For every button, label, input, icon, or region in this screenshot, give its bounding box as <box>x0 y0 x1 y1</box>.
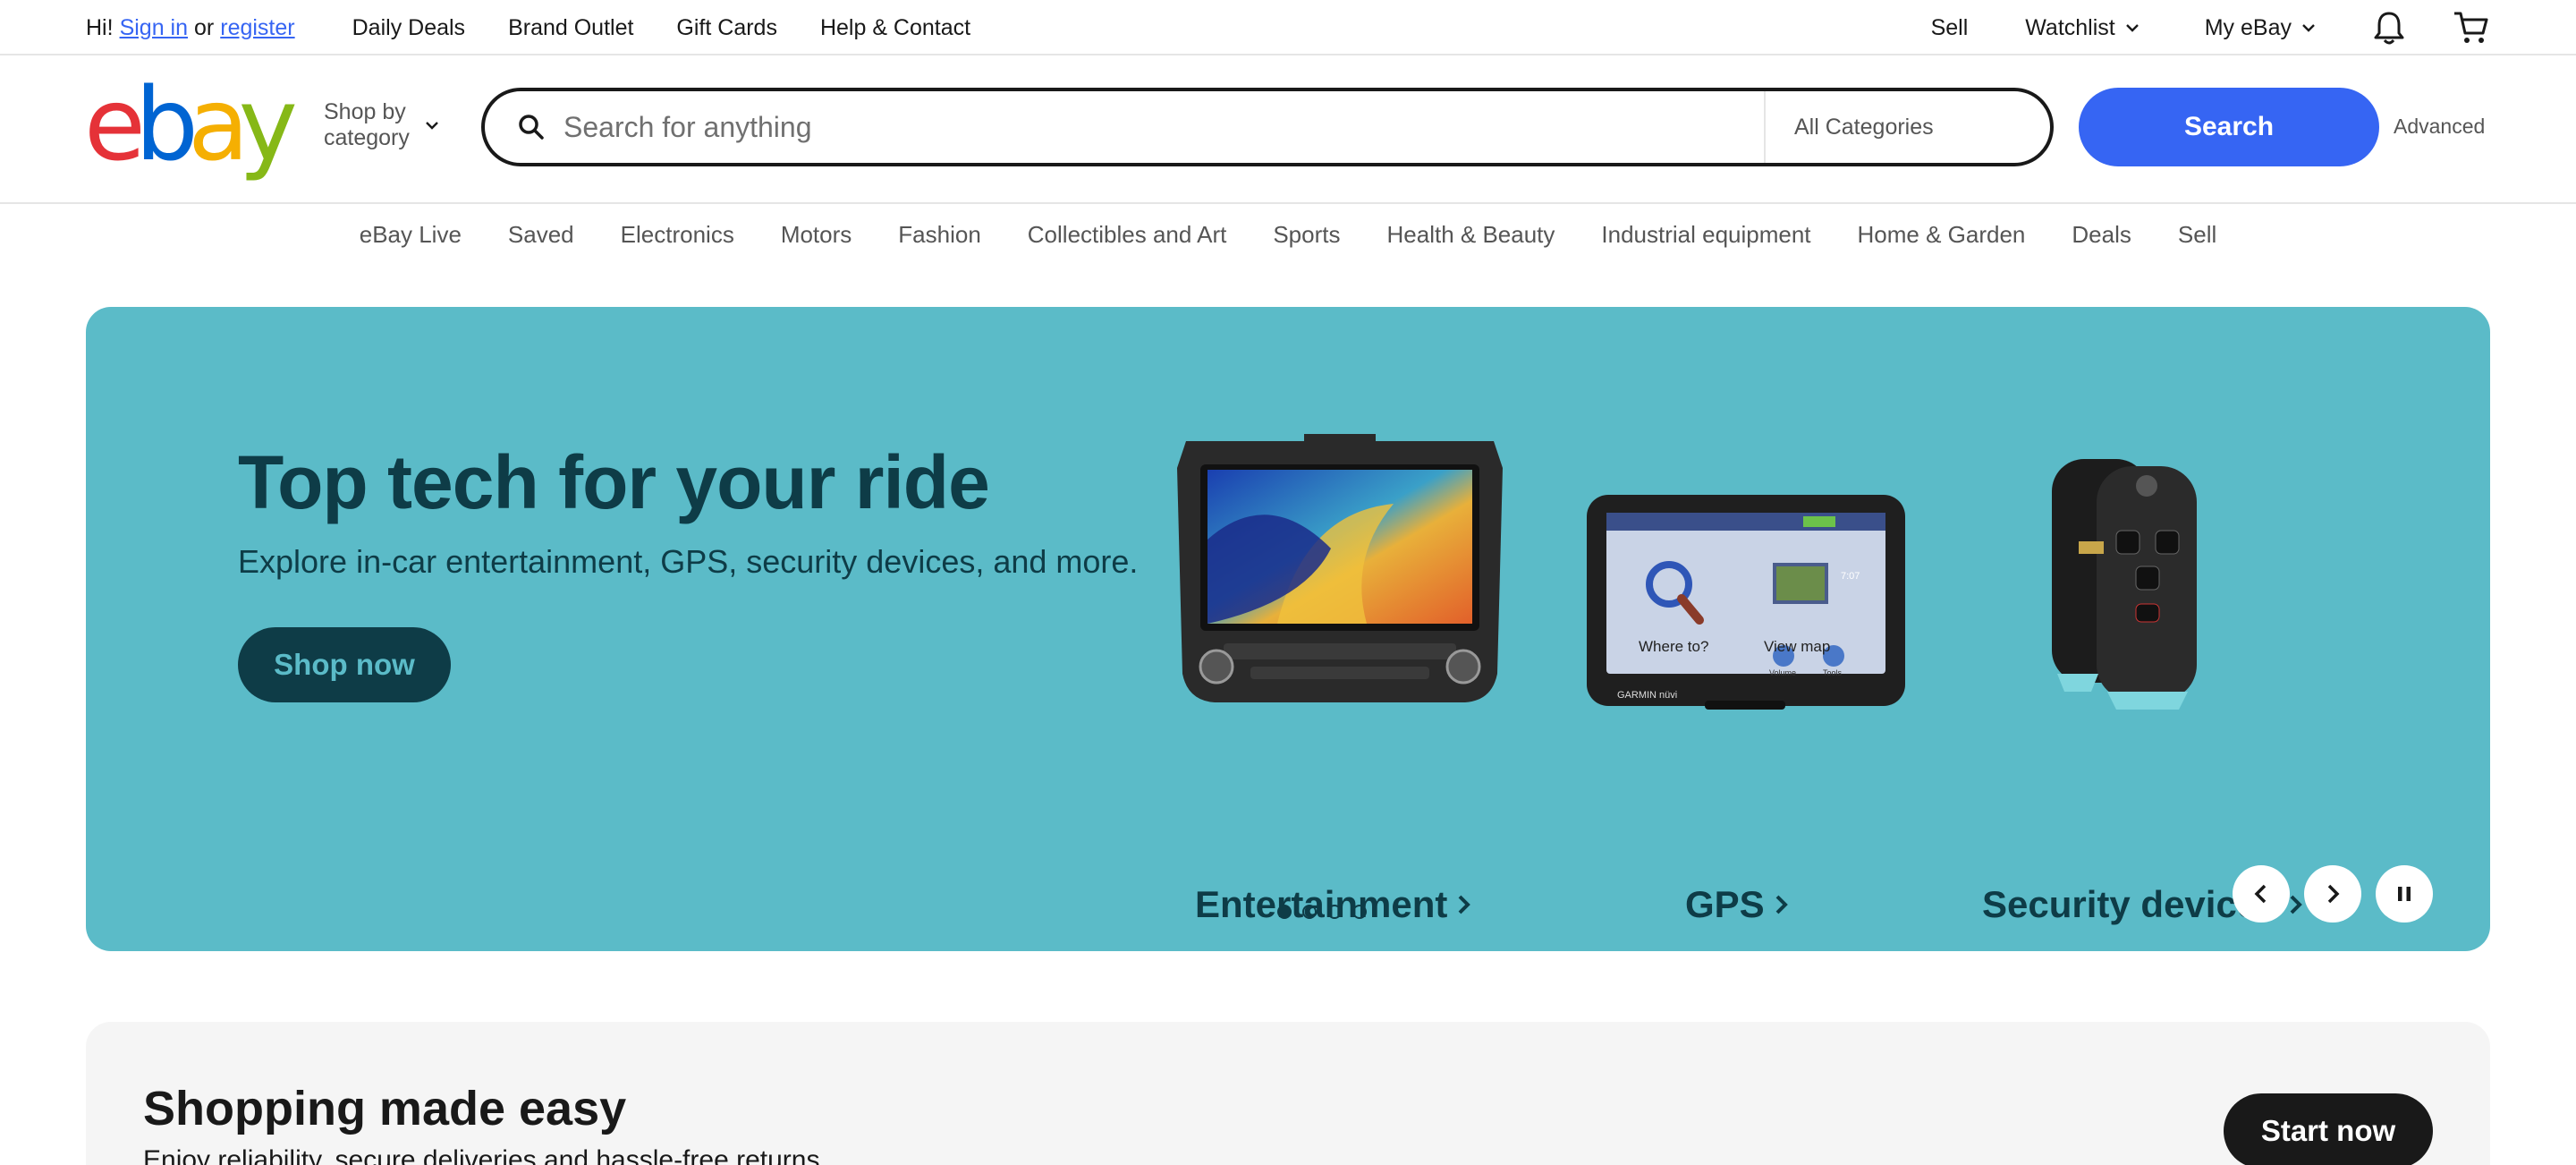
nav-item-motors[interactable]: Motors <box>758 221 875 249</box>
carousel-next-button[interactable] <box>2304 865 2361 923</box>
logo-letter-a: a <box>188 67 250 183</box>
gps-view-map: View map <box>1764 638 1831 655</box>
sign-in-link[interactable]: Sign in <box>120 15 188 41</box>
brand-outlet-link[interactable]: Brand Outlet <box>508 15 633 41</box>
watchlist-dropdown[interactable]: Watchlist <box>2025 15 2140 41</box>
chevron-right-icon <box>1775 895 1788 914</box>
nav-item-health-beauty[interactable]: Health & Beauty <box>1364 221 1579 249</box>
chevron-right-icon <box>2327 884 2340 904</box>
greeting-prefix: Hi! <box>86 14 114 40</box>
shop-by-category-button[interactable]: Shop by category <box>324 99 440 151</box>
chevron-left-icon <box>2254 884 2267 904</box>
my-ebay-label: My eBay <box>2204 14 2292 40</box>
start-now-button[interactable]: Start now <box>2224 1093 2433 1165</box>
help-contact-link[interactable]: Help & Contact <box>820 15 970 41</box>
nav-item-sports[interactable]: Sports <box>1250 221 1363 249</box>
nav-item-home-garden[interactable]: Home & Garden <box>1835 221 2049 249</box>
category-select-value: All Categories <box>1794 114 1934 140</box>
gps-device-image <box>1587 495 1905 710</box>
gps-volume: Volume <box>1769 668 1797 677</box>
category-nav: eBay Live Saved Electronics Motors Fashi… <box>0 206 2576 263</box>
carousel-pause-button[interactable] <box>2376 865 2433 923</box>
ebay-logo[interactable]: ebay <box>84 75 298 175</box>
chevron-right-icon <box>2290 895 2302 914</box>
greeting-or: or <box>194 14 215 40</box>
category-select[interactable]: All Categories <box>1764 91 2050 163</box>
nav-item-collectibles[interactable]: Collectibles and Art <box>1004 221 1250 249</box>
top-utility-bar: Hi! Sign in or register Daily Deals Bran… <box>0 0 2576 55</box>
bell-icon <box>2374 12 2404 45</box>
sell-link[interactable]: Sell <box>1931 15 1969 41</box>
register-link[interactable]: register <box>220 15 294 41</box>
chevron-down-icon <box>2125 24 2139 32</box>
top-left-links: Hi! Sign in or register Daily Deals Bran… <box>86 0 970 55</box>
watchlist-label: Watchlist <box>2025 14 2115 40</box>
chevron-down-icon <box>2302 24 2315 32</box>
carousel-prev-button[interactable] <box>2233 865 2290 923</box>
nav-item-fashion[interactable]: Fashion <box>875 221 1004 249</box>
car-key-image <box>2052 459 2197 710</box>
pause-icon <box>2398 887 2411 901</box>
gps-tools: Tools <box>1823 668 1843 677</box>
search-bar: All Categories <box>481 88 2054 166</box>
nav-item-electronics[interactable]: Electronics <box>597 221 758 249</box>
nav-item-industrial[interactable]: Industrial equipment <box>1578 221 1834 249</box>
advanced-search-link[interactable]: Advanced <box>2394 115 2485 139</box>
shop-by-label: Shop by category <box>324 99 410 151</box>
gps-text: GPS <box>1685 883 1765 925</box>
daily-deals-link[interactable]: Daily Deals <box>352 15 465 41</box>
shop-now-button[interactable]: Shop now <box>238 627 451 702</box>
shop-by-line1: Shop by <box>324 99 406 124</box>
cart-icon <box>2454 12 2488 43</box>
gift-cards-link[interactable]: Gift Cards <box>676 15 777 41</box>
chevron-right-icon <box>1458 895 1471 914</box>
search-icon <box>519 115 544 140</box>
shop-by-line2: category <box>324 124 410 150</box>
carousel-dot[interactable] <box>1277 905 1292 919</box>
nav-item-saved[interactable]: Saved <box>485 221 597 249</box>
nav-item-ebay-live[interactable]: eBay Live <box>336 221 485 249</box>
chevron-down-icon <box>426 121 438 130</box>
hero-banner: Top tech for your ride Explore in-car en… <box>86 307 2490 951</box>
nav-item-deals[interactable]: Deals <box>2048 221 2154 249</box>
search-button[interactable]: Search <box>2079 88 2379 166</box>
promo-text: Enjoy reliability, secure deliveries and… <box>143 1145 827 1165</box>
hero-subtitle: Explore in-car entertainment, GPS, secur… <box>238 543 1139 580</box>
gps-label[interactable]: GPS <box>1685 883 1790 926</box>
hero-title: Top tech for your ride <box>238 440 990 524</box>
carousel-dot[interactable] <box>1327 905 1342 919</box>
carousel-indicators <box>1277 905 1367 919</box>
gps-brand: GARMIN nüvi <box>1617 690 1678 701</box>
logo-letter-y: y <box>238 67 298 183</box>
my-ebay-dropdown[interactable]: My eBay <box>2205 15 2317 41</box>
nav-item-sell[interactable]: Sell <box>2155 221 2240 249</box>
greeting: Hi! Sign in or register <box>86 15 295 41</box>
shopping-made-easy-banner: Shopping made easy Enjoy reliability, se… <box>86 1022 2490 1165</box>
gps-where-to: Where to? <box>1639 638 1709 655</box>
search-input[interactable] <box>564 110 1762 144</box>
main-header: ebay Shop by category All Categories Sea… <box>0 55 2576 204</box>
gps-time: 7:07 <box>1841 571 1860 582</box>
top-right-links: Sell Watchlist My eBay <box>1931 0 2490 55</box>
carousel-dot[interactable] <box>1302 905 1317 919</box>
carousel-dot[interactable] <box>1352 905 1367 919</box>
notifications-bell[interactable] <box>2372 10 2406 46</box>
car-stereo-image <box>1177 434 1503 702</box>
promo-heading: Shopping made easy <box>143 1082 627 1135</box>
logo-letter-e: e <box>84 67 146 183</box>
cart-button[interactable] <box>2453 10 2490 46</box>
logo-letter-b: b <box>134 67 199 183</box>
